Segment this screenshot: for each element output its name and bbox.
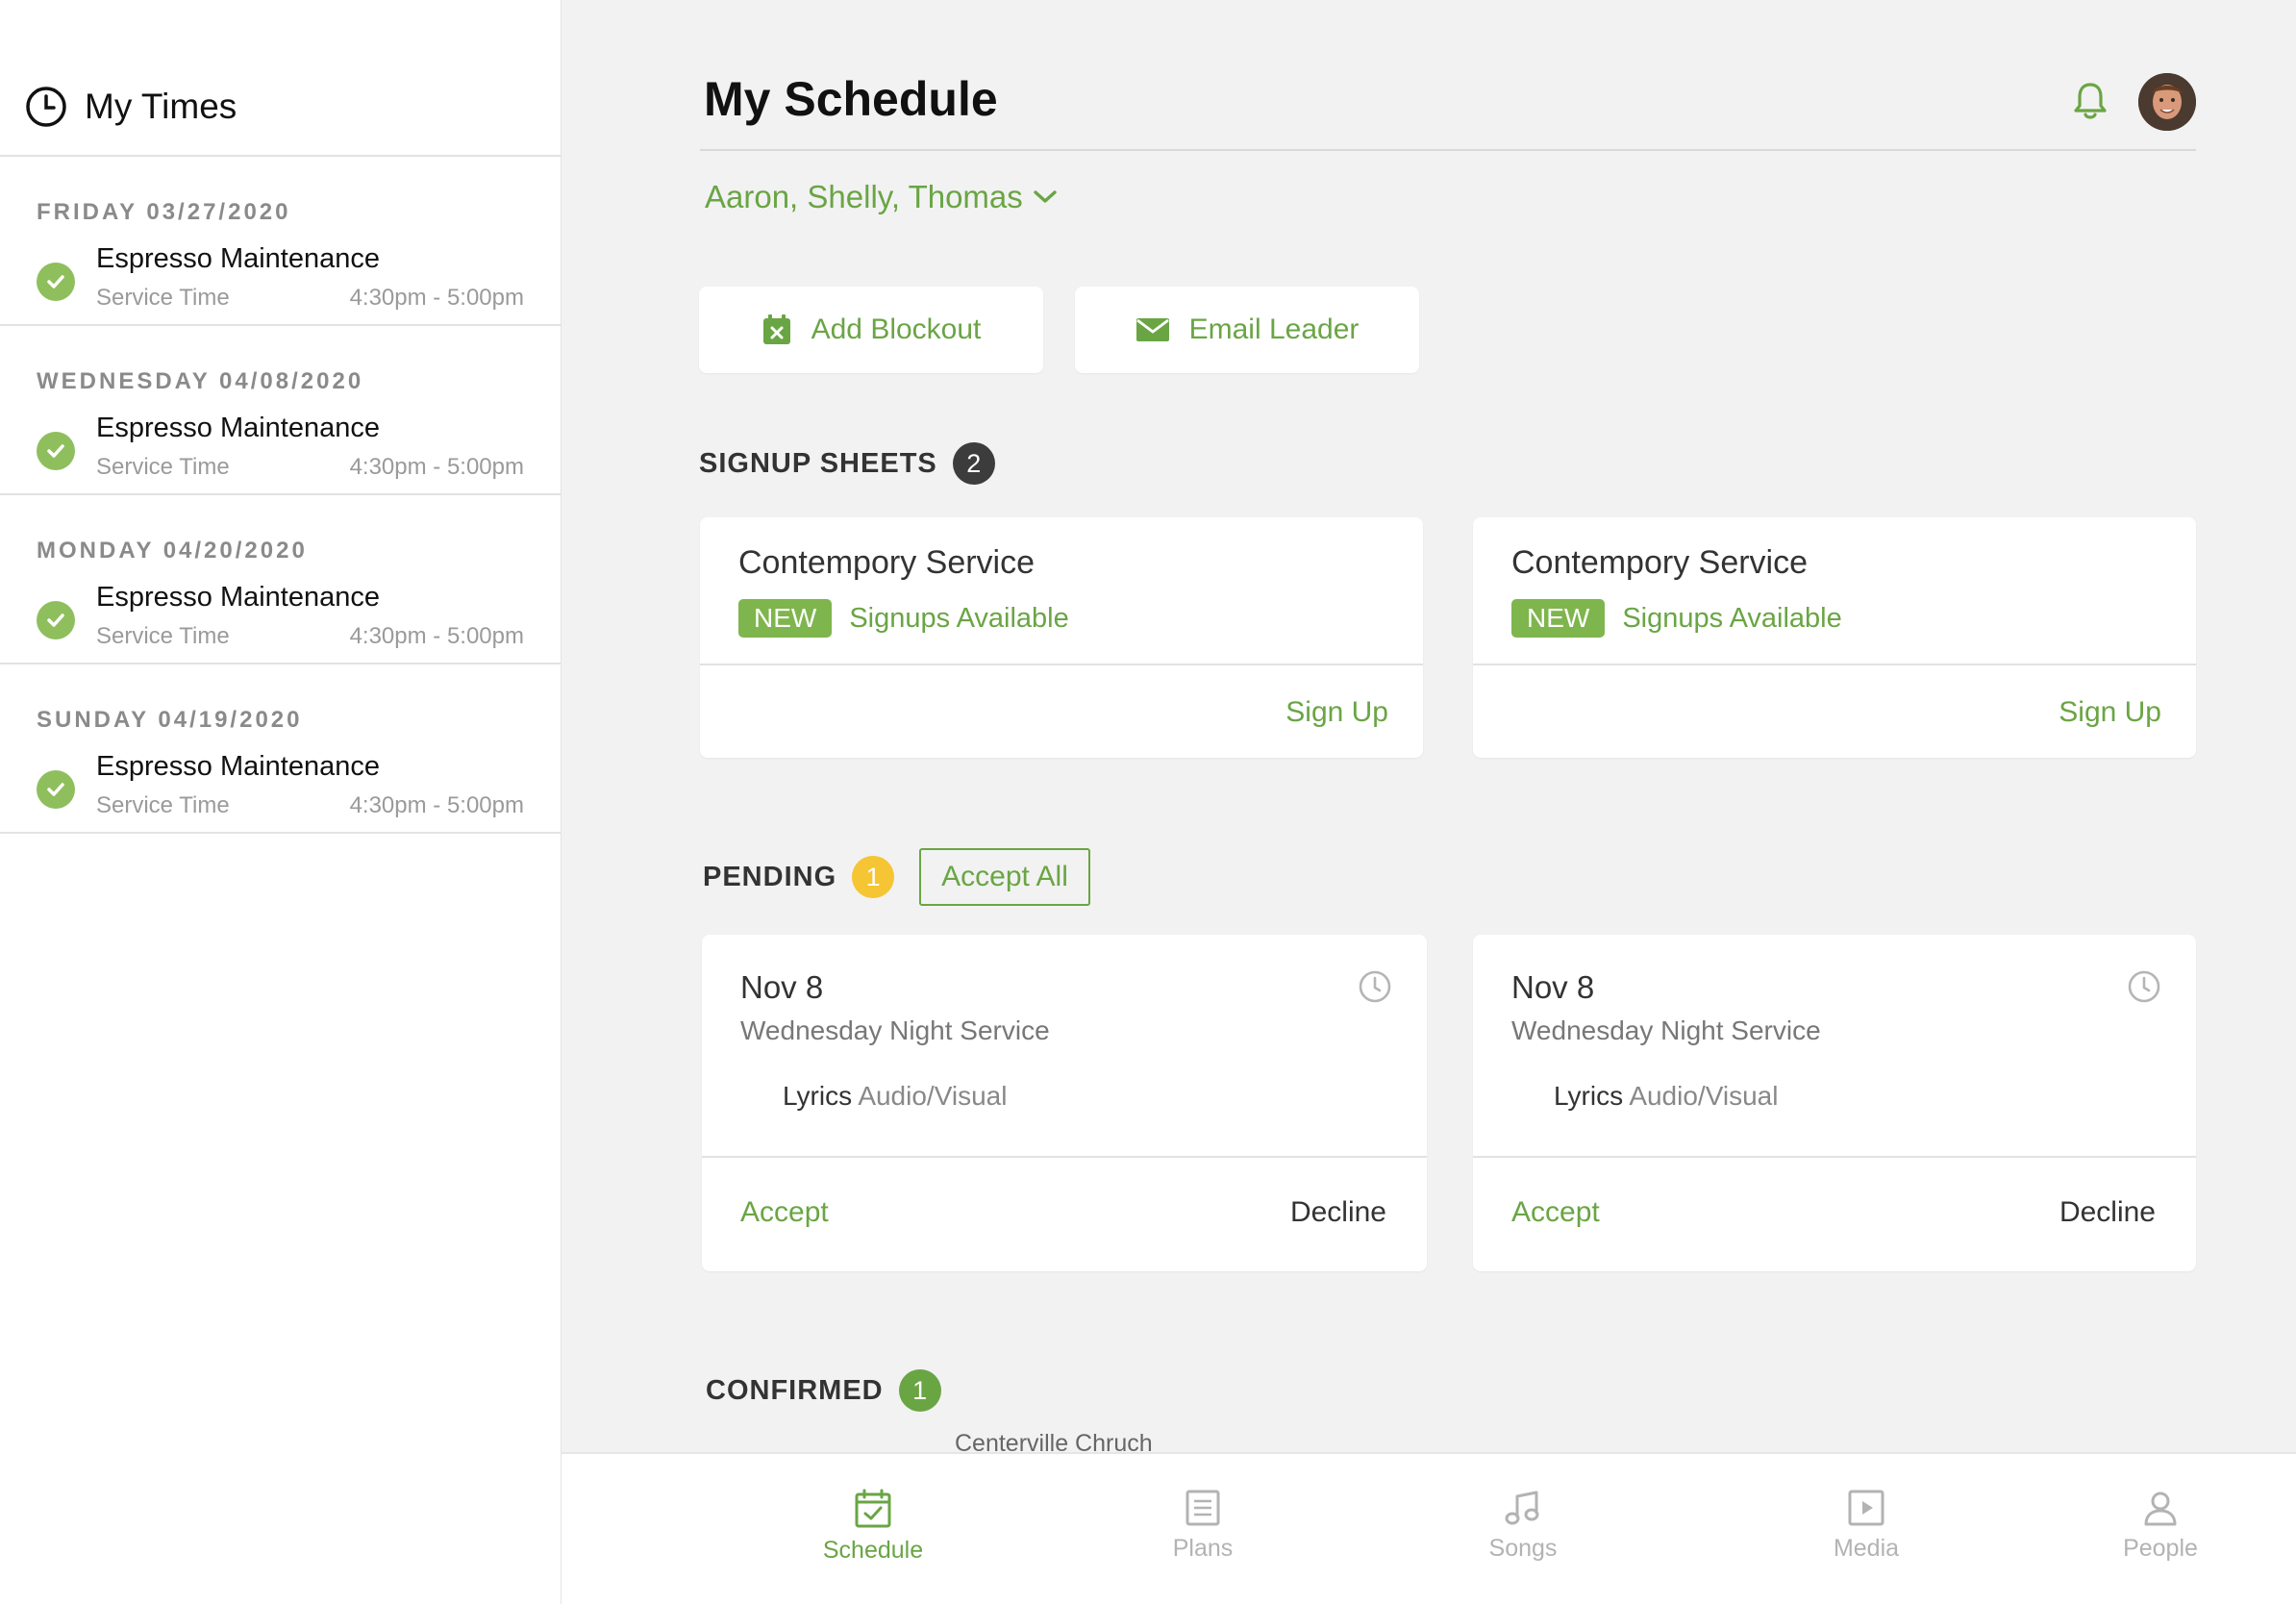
document-icon xyxy=(1185,1490,1220,1526)
bottom-tab-bar: Schedule Plans Songs Media People xyxy=(562,1452,2296,1604)
tab-songs[interactable]: Songs xyxy=(1427,1489,1619,1563)
signup-sheets-count: 2 xyxy=(952,442,995,485)
time-entry[interactable]: MONDAY 04/20/2020 Espresso Maintenance S… xyxy=(0,495,561,664)
check-icon xyxy=(37,770,75,809)
request-team: Audio/Visual xyxy=(858,1081,1008,1111)
decline-button[interactable]: Decline xyxy=(2059,1196,2156,1229)
time-entry-date: SUNDAY 04/19/2020 xyxy=(37,707,303,733)
time-entry-date: MONDAY 04/20/2020 xyxy=(37,538,308,564)
tab-songs-label: Songs xyxy=(1488,1535,1558,1562)
new-badge: NEW xyxy=(738,599,833,638)
request-date: Nov 8 xyxy=(1511,969,1595,1005)
confirmed-count: 1 xyxy=(898,1369,941,1412)
signup-sheets-header: SIGNUP SHEETS 2 xyxy=(699,442,995,485)
header-divider xyxy=(700,149,2196,151)
clock-icon xyxy=(2128,970,2160,1003)
email-leader-button[interactable]: Email Leader xyxy=(1075,287,1419,373)
confirmed-label: CONFIRMED xyxy=(706,1374,884,1406)
team-selector[interactable]: Aaron, Shelly, Thomas xyxy=(705,179,1058,215)
time-entry-time: 4:30pm - 5:00pm xyxy=(349,792,524,818)
tab-media-label: Media xyxy=(1833,1535,1900,1562)
time-entry-type: Service Time xyxy=(96,285,230,311)
music-note-icon xyxy=(1505,1491,1539,1525)
calendar-check-icon xyxy=(855,1489,891,1528)
time-entry-time: 4:30pm - 5:00pm xyxy=(349,285,524,311)
tab-media[interactable]: Media xyxy=(1770,1489,1962,1563)
tab-people-label: People xyxy=(2123,1535,2198,1562)
page-title: My Schedule xyxy=(704,72,998,126)
accept-all-button[interactable]: Accept All xyxy=(919,848,1090,906)
email-leader-label: Email Leader xyxy=(1188,313,1360,345)
accept-button[interactable]: Accept xyxy=(740,1196,829,1229)
pending-request-card[interactable]: Nov 8 Wednesday Night Service Lyrics Aud… xyxy=(702,935,1427,1271)
new-badge: NEW xyxy=(1511,599,1606,638)
clock-icon xyxy=(1359,970,1391,1003)
time-entry-type: Service Time xyxy=(96,454,230,480)
request-date: Nov 8 xyxy=(740,969,824,1005)
sign-up-button[interactable]: Sign Up xyxy=(2059,696,2161,729)
request-position: Lyrics Audio/Visual xyxy=(1554,1081,2158,1112)
calendar-x-icon xyxy=(762,314,790,344)
confirmed-header: CONFIRMED 1 xyxy=(706,1369,941,1412)
tab-people[interactable]: People xyxy=(2064,1489,2257,1563)
request-role: Lyrics xyxy=(783,1081,853,1111)
time-entry-name: Espresso Maintenance xyxy=(96,582,380,613)
chevron-down-icon xyxy=(1034,190,1057,203)
pending-count: 1 xyxy=(852,856,895,898)
time-entry-name: Espresso Maintenance xyxy=(96,413,380,443)
tab-plans[interactable]: Plans xyxy=(1107,1489,1299,1563)
bell-icon[interactable] xyxy=(2071,80,2109,122)
play-icon xyxy=(1848,1490,1884,1526)
signup-sheet-title: Contempory Service xyxy=(738,544,1036,581)
request-service: Wednesday Night Service xyxy=(740,1015,1050,1045)
clock-icon xyxy=(26,86,66,127)
pending-request-card[interactable]: Nov 8 Wednesday Night Service Lyrics Aud… xyxy=(1473,935,2196,1271)
time-entry-time: 4:30pm - 5:00pm xyxy=(349,623,524,649)
add-blockout-button[interactable]: Add Blockout xyxy=(699,287,1043,373)
time-entry[interactable]: WEDNESDAY 04/08/2020 Espresso Maintenanc… xyxy=(0,326,561,495)
tab-schedule[interactable]: Schedule xyxy=(777,1489,969,1565)
check-icon xyxy=(37,601,75,639)
time-entry-name: Espresso Maintenance xyxy=(96,751,380,782)
sign-up-button[interactable]: Sign Up xyxy=(1285,696,1388,729)
sidebar-title: My Times xyxy=(85,86,237,126)
signup-sheet-title: Contempory Service xyxy=(1511,544,1809,581)
signup-status: Signups Available xyxy=(1622,602,1842,634)
time-entry-time: 4:30pm - 5:00pm xyxy=(349,454,524,480)
time-entry[interactable]: SUNDAY 04/19/2020 Espresso Maintenance S… xyxy=(0,664,561,834)
signup-sheet-card[interactable]: Contempory Service NEW Signups Available… xyxy=(1473,517,2196,758)
person-icon xyxy=(2144,1491,2177,1526)
time-entry-date: FRIDAY 03/27/2020 xyxy=(37,199,291,225)
check-icon xyxy=(37,432,75,470)
decline-button[interactable]: Decline xyxy=(1290,1196,1386,1229)
tab-schedule-label: Schedule xyxy=(822,1537,924,1564)
sidebar: My Times FRIDAY 03/27/2020 Espresso Main… xyxy=(0,0,562,1604)
request-role: Lyrics xyxy=(1554,1081,1624,1111)
envelope-icon xyxy=(1136,318,1169,341)
tab-plans-label: Plans xyxy=(1172,1535,1234,1562)
avatar[interactable] xyxy=(2138,73,2196,131)
accept-button[interactable]: Accept xyxy=(1511,1196,1600,1229)
request-service: Wednesday Night Service xyxy=(1511,1015,1821,1045)
time-entry-date: WEDNESDAY 04/08/2020 xyxy=(37,368,364,394)
signup-sheets-label: SIGNUP SHEETS xyxy=(699,447,937,479)
request-position: Lyrics Audio/Visual xyxy=(783,1081,1388,1112)
pending-header: PENDING 1 xyxy=(703,856,895,898)
pending-label: PENDING xyxy=(703,861,837,892)
request-team: Audio/Visual xyxy=(1629,1081,1779,1111)
add-blockout-label: Add Blockout xyxy=(811,313,982,345)
team-selector-label: Aaron, Shelly, Thomas xyxy=(705,179,1023,214)
time-entry-name: Espresso Maintenance xyxy=(96,243,380,274)
sidebar-header: My Times xyxy=(0,0,561,157)
time-entry-type: Service Time xyxy=(96,792,230,818)
time-entry-type: Service Time xyxy=(96,623,230,649)
check-icon xyxy=(37,263,75,301)
signup-status: Signups Available xyxy=(849,602,1069,634)
signup-sheet-card[interactable]: Contempory Service NEW Signups Available… xyxy=(700,517,1423,758)
time-entry[interactable]: FRIDAY 03/27/2020 Espresso Maintenance S… xyxy=(0,157,561,326)
